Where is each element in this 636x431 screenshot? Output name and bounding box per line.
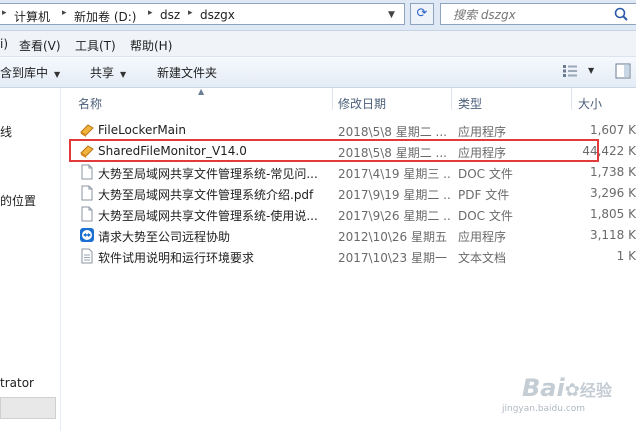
breadcrumb-separator-icon[interactable]: ▸ bbox=[148, 8, 153, 18]
address-dropdown-icon[interactable]: ▼ bbox=[388, 10, 395, 20]
breadcrumb-separator-icon[interactable]: ▸ bbox=[62, 8, 67, 18]
menu-bar: i) 查看(V) 工具(T) 帮助(H) bbox=[0, 31, 636, 57]
column-header-size[interactable]: 大小 bbox=[578, 95, 602, 112]
file-size: 3,118 K bbox=[589, 228, 636, 242]
breadcrumb-drive[interactable]: 新加卷 (D:) bbox=[74, 8, 136, 25]
column-divider[interactable] bbox=[451, 88, 452, 110]
file-date: 2017\9\26 星期二 ... bbox=[338, 209, 450, 223]
file-date: 2018\5\8 星期二 ... bbox=[338, 146, 447, 160]
chevron-down-icon: ▼ bbox=[54, 70, 61, 79]
include-in-library-label: 含到库中 bbox=[0, 66, 49, 80]
search-icon[interactable] bbox=[613, 6, 629, 22]
file-size: 3,296 K bbox=[589, 186, 636, 200]
share-button[interactable]: 共享 ▼ bbox=[90, 64, 126, 81]
share-label: 共享 bbox=[90, 66, 115, 80]
file-type: DOC 文件 bbox=[458, 209, 513, 223]
breadcrumb-separator-icon[interactable]: ▸ bbox=[188, 8, 193, 18]
file-row[interactable]: FileLockerMain 2018\5\8 星期二 ... 应用程序 1,6… bbox=[72, 120, 636, 141]
file-type: 文本文档 bbox=[458, 251, 507, 265]
nav-scrollbar-thumb[interactable] bbox=[0, 397, 56, 419]
file-row[interactable]: 大势至局域网共享文件管理系统介绍.pdf 2017\9\19 星期二 ... P… bbox=[72, 183, 636, 204]
address-bar[interactable]: ▸ 计算机 ▸ 新加卷 (D:) ▸ dsz ▸ dszgx ▼ bbox=[0, 3, 405, 25]
refresh-icon: ⟳ bbox=[416, 6, 428, 21]
doc-icon bbox=[81, 164, 93, 180]
file-row[interactable]: SharedFileMonitor_V14.0 2018\5\8 星期二 ...… bbox=[72, 141, 636, 162]
file-row[interactable]: 大势至局域网共享文件管理系统-常见问... 2017\4\19 星期三 ... … bbox=[72, 162, 636, 183]
file-row[interactable]: 大势至局域网共享文件管理系统-使用说... 2017\9\26 星期二 ... … bbox=[72, 204, 636, 225]
new-folder-button[interactable]: 新建文件夹 bbox=[157, 64, 217, 81]
file-date: 2018\5\8 星期二 ... bbox=[338, 125, 447, 139]
file-name: 大势至局域网共享文件管理系统-使用说... bbox=[98, 209, 318, 223]
breadcrumb-separator-icon[interactable]: ▸ bbox=[2, 8, 7, 18]
app-icon bbox=[80, 124, 94, 137]
file-row[interactable]: 请求大势至公司远程协助 2012\10\26 星期五 ... 应用程序 3,11… bbox=[72, 225, 636, 246]
search-input[interactable] bbox=[451, 7, 585, 23]
preview-pane-icon[interactable] bbox=[615, 63, 631, 79]
address-bar-row: ▸ 计算机 ▸ 新加卷 (D:) ▸ dsz ▸ dszgx ▼ ⟳ bbox=[0, 0, 636, 31]
menu-item-edit-partial[interactable]: i) bbox=[0, 37, 8, 51]
view-options-icon[interactable] bbox=[563, 65, 577, 77]
file-size: 1,738 K bbox=[589, 165, 636, 179]
view-options-dropdown-icon[interactable]: ▼ bbox=[588, 66, 594, 75]
navigation-pane: 线 的位置 trator bbox=[0, 88, 61, 431]
menu-item-view[interactable]: 查看(V) bbox=[19, 37, 61, 54]
file-row[interactable]: 软件试用说明和运行环境要求 2017\10\23 星期一 ... 文本文档 1 … bbox=[72, 246, 636, 267]
file-type: 应用程序 bbox=[458, 125, 507, 139]
nav-item-partial[interactable]: 线 bbox=[0, 123, 12, 140]
file-name: FileLockerMain bbox=[98, 123, 186, 137]
file-type: PDF 文件 bbox=[458, 188, 510, 202]
nav-item-recent-places[interactable]: 的位置 bbox=[0, 192, 36, 209]
file-size: 44,422 K bbox=[582, 144, 636, 158]
file-name: 请求大势至公司远程协助 bbox=[98, 230, 231, 244]
search-box[interactable] bbox=[440, 3, 636, 25]
include-in-library-button[interactable]: 含到库中 ▼ bbox=[0, 64, 60, 81]
column-header-date[interactable]: 修改日期 bbox=[338, 95, 386, 112]
file-type: 应用程序 bbox=[458, 230, 507, 244]
command-bar: 含到库中 ▼ 共享 ▼ 新建文件夹 ▼ bbox=[0, 57, 636, 88]
file-date: 2017\9\19 星期二 ... bbox=[338, 188, 450, 202]
app-icon bbox=[80, 145, 94, 158]
column-header-type[interactable]: 类型 bbox=[458, 95, 482, 112]
watermark-url: jingyan.baidu.com bbox=[502, 404, 586, 414]
doc-icon bbox=[81, 185, 93, 201]
file-name: 大势至局域网共享文件管理系统介绍.pdf bbox=[98, 188, 314, 202]
file-size: 1,607 K bbox=[589, 123, 636, 137]
file-name: SharedFileMonitor_V14.0 bbox=[98, 144, 247, 158]
file-size: 1 K bbox=[616, 249, 636, 263]
column-divider[interactable] bbox=[332, 88, 333, 110]
file-date: 2017\4\19 星期三 ... bbox=[338, 167, 450, 181]
baidu-watermark: Bai✿经验 jingyan.baidu.com bbox=[492, 370, 632, 420]
file-name: 大势至局域网共享文件管理系统-常见问... bbox=[98, 167, 318, 181]
doc-icon bbox=[81, 206, 93, 222]
breadcrumb-dszgx[interactable]: dszgx bbox=[200, 8, 235, 22]
breadcrumb-dsz[interactable]: dsz bbox=[160, 8, 180, 22]
column-header-name[interactable]: 名称 bbox=[78, 95, 102, 112]
text-file-icon bbox=[81, 248, 93, 264]
menu-item-help[interactable]: 帮助(H) bbox=[130, 37, 172, 54]
file-type: 应用程序 bbox=[458, 146, 507, 160]
sort-ascending-icon: ▲ bbox=[198, 87, 205, 96]
menu-item-tools[interactable]: 工具(T) bbox=[75, 37, 116, 54]
file-date: 2017\10\23 星期一 ... bbox=[338, 251, 450, 265]
breadcrumb-computer[interactable]: 计算机 bbox=[14, 8, 50, 25]
file-date: 2012\10\26 星期五 ... bbox=[338, 230, 450, 244]
column-divider[interactable] bbox=[571, 88, 572, 110]
paw-icon: ✿ bbox=[564, 380, 580, 401]
chevron-down-icon: ▼ bbox=[120, 70, 127, 79]
refresh-button[interactable]: ⟳ bbox=[410, 3, 434, 25]
file-name: 软件试用说明和运行环境要求 bbox=[98, 251, 255, 265]
watermark-text: Bai✿经验 bbox=[522, 374, 612, 402]
teamviewer-icon bbox=[80, 228, 94, 242]
file-type: DOC 文件 bbox=[458, 167, 513, 181]
file-size: 1,805 K bbox=[589, 207, 636, 221]
nav-item-administrator[interactable]: trator bbox=[0, 376, 34, 390]
